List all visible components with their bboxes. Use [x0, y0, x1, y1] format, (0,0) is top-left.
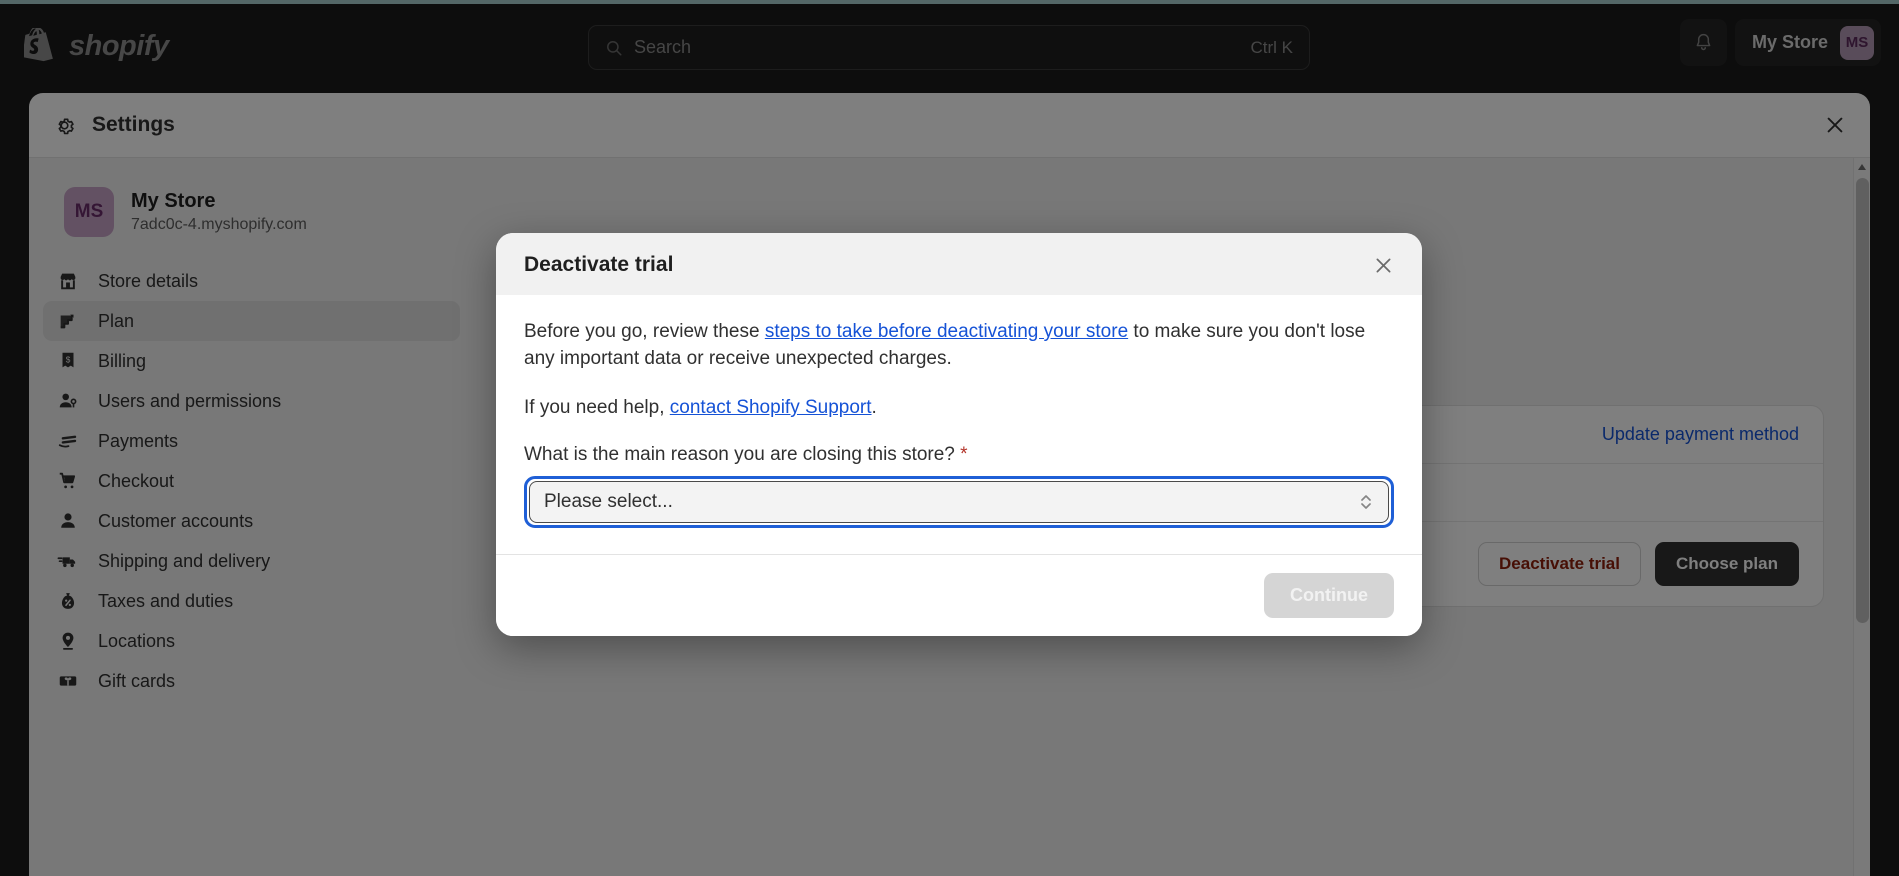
required-asterisk: *: [960, 443, 968, 465]
reason-question-text: What is the main reason you are closing …: [524, 443, 955, 465]
steps-to-take-link[interactable]: steps to take before deactivating your s…: [765, 321, 1128, 342]
paragraph-2-suffix: .: [871, 396, 877, 418]
modal-footer: Continue: [496, 553, 1422, 636]
modal-header: Deactivate trial: [496, 233, 1422, 295]
modal-body: Before you go, review these steps to tak…: [496, 295, 1422, 554]
reason-select-value: Please select...: [544, 490, 673, 512]
close-icon[interactable]: [1373, 255, 1394, 276]
contact-support-link[interactable]: contact Shopify Support: [670, 397, 872, 418]
paragraph-2-prefix: If you need help,: [524, 396, 670, 418]
chevron-up-down-icon: [1361, 495, 1371, 509]
modal-paragraph-2: If you need help, contact Shopify Suppor…: [524, 395, 1394, 422]
deactivate-trial-modal: Deactivate trial Before you go, review t…: [496, 233, 1422, 636]
modal-paragraph-1: Before you go, review these steps to tak…: [524, 319, 1394, 373]
paragraph-1-prefix: Before you go, review these: [524, 321, 765, 342]
reason-select[interactable]: Please select...: [529, 480, 1389, 523]
continue-button[interactable]: Continue: [1264, 572, 1394, 618]
reason-question-label: What is the main reason you are closing …: [524, 444, 1394, 466]
app-root: shopify Search Ctrl K My Store: [0, 0, 1899, 876]
modal-title: Deactivate trial: [524, 253, 674, 276]
reason-select-focus-ring: Please select...: [524, 475, 1394, 528]
